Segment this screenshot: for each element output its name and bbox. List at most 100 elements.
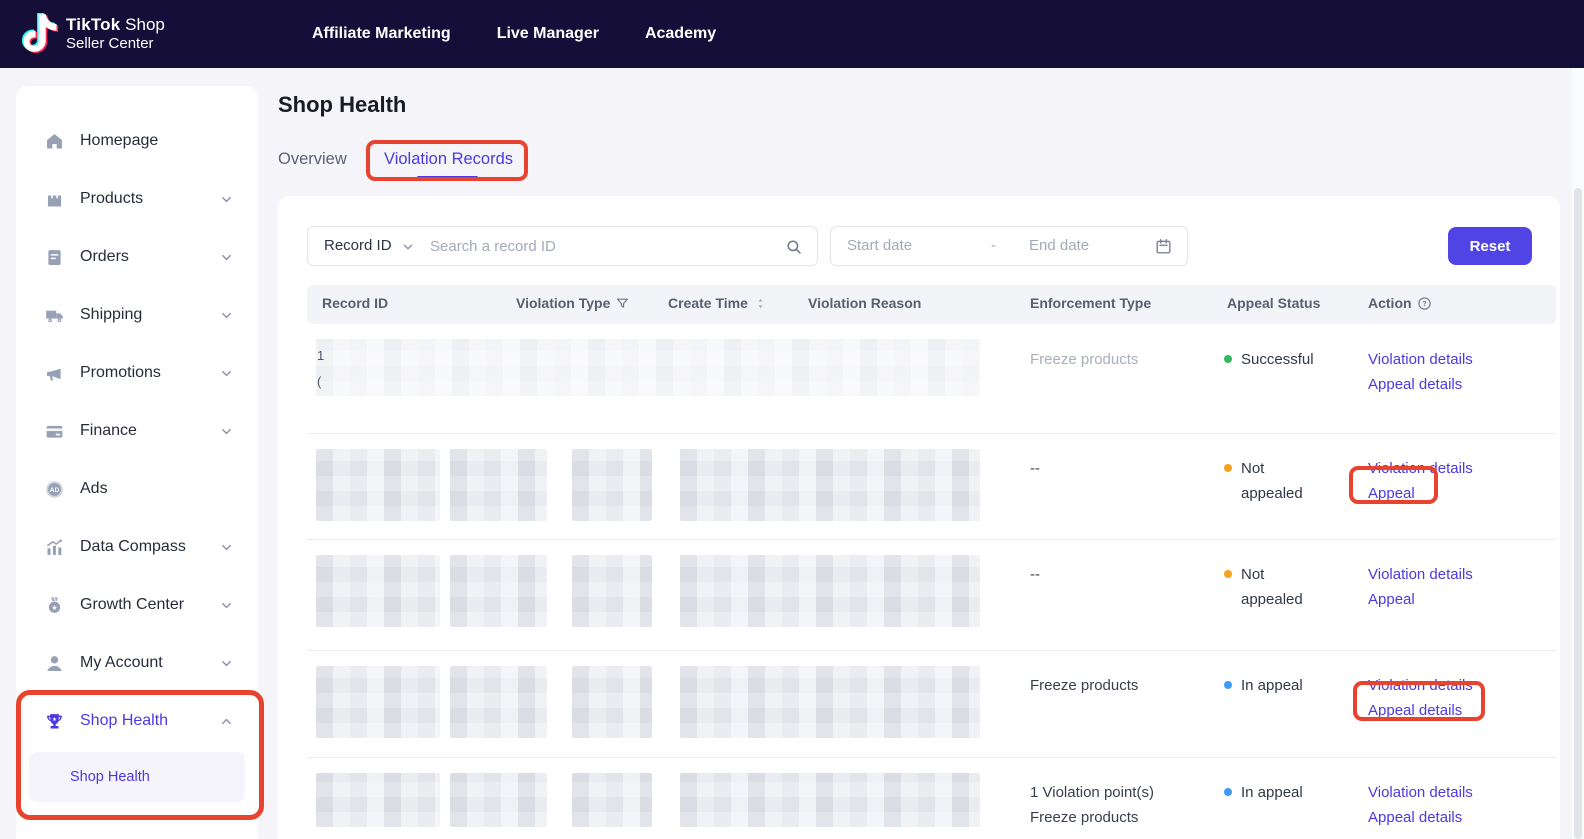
redacted-violation-type xyxy=(450,449,547,521)
sidebar-item-label: Data Compass xyxy=(80,538,186,556)
sidebar-item-orders[interactable]: Orders xyxy=(16,228,258,286)
date-range-separator: - xyxy=(991,237,996,254)
end-date-field[interactable]: End date xyxy=(1029,237,1089,254)
sidebar-item-promotions[interactable]: Promotions xyxy=(16,344,258,402)
column-label: Create Time xyxy=(668,295,748,311)
sidebar-item-products[interactable]: Products xyxy=(16,170,258,228)
sidebar-item-label: Ads xyxy=(80,480,108,498)
status-dot-green xyxy=(1224,355,1232,363)
appeal-details-link[interactable]: Appeal details xyxy=(1368,805,1462,830)
appeal-status-cell: Notappealed xyxy=(1241,562,1303,612)
tab-overview[interactable]: Overview xyxy=(278,150,347,169)
enforcement-type-cell: 1 Violation point(s)Freeze products xyxy=(1030,780,1154,830)
logo-brand: TikTok xyxy=(66,15,120,34)
redacted-violation-reason xyxy=(680,449,980,521)
ads-circle-icon: AD xyxy=(44,479,65,500)
violation-details-link[interactable]: Violation details xyxy=(1368,456,1473,481)
table-row: 1 Violation point(s)Freeze productsIn ap… xyxy=(307,757,1556,839)
chevron-down-icon xyxy=(219,250,234,265)
redacted-violation-reason xyxy=(680,773,980,827)
scrollbar-thumb[interactable] xyxy=(1574,188,1582,839)
enforcement-type-cell: -- xyxy=(1030,562,1040,587)
sidebar-subitem-shop-health[interactable]: Shop Health xyxy=(29,752,245,802)
appeal-link[interactable]: Appeal xyxy=(1368,481,1415,506)
chevron-down-icon xyxy=(219,656,234,671)
search-icon[interactable] xyxy=(785,238,803,256)
column-label: Appeal Status xyxy=(1227,295,1320,311)
redacted-record-id xyxy=(316,666,440,738)
sort-icon[interactable] xyxy=(753,296,768,311)
redacted-violation-type xyxy=(450,666,547,738)
row-separator xyxy=(307,539,1556,540)
products-bag-icon xyxy=(44,189,65,210)
appeal-link[interactable]: Appeal xyxy=(1368,587,1415,612)
chevron-down-icon[interactable] xyxy=(401,240,415,254)
chevron-up-icon xyxy=(219,714,234,729)
help-circle-icon[interactable]: ? xyxy=(1417,296,1432,311)
sidebar-item-finance[interactable]: Finance xyxy=(16,402,258,460)
sidebar-item-data-compass[interactable]: Data Compass xyxy=(16,518,258,576)
tiktok-shop-logo[interactable]: TikTok Shop Seller Center xyxy=(22,10,165,58)
svg-text:★: ★ xyxy=(51,603,57,611)
column-header-record-id: Record ID xyxy=(322,295,388,311)
logo-brand-suffix: Shop xyxy=(125,15,165,34)
violation-details-link[interactable]: Violation details xyxy=(1368,673,1473,698)
chevron-down-icon xyxy=(219,366,234,381)
svg-text:?: ? xyxy=(1422,301,1426,308)
enforcement-type-cell: -- xyxy=(1030,456,1040,481)
sidebar-item-shipping[interactable]: Shipping xyxy=(16,286,258,344)
chevron-down-icon xyxy=(219,308,234,323)
sidebar-subitem-label: Shop Health xyxy=(70,769,150,785)
redacted-create-time xyxy=(572,555,652,627)
tab-violation-records[interactable]: Violation Records xyxy=(384,150,513,169)
date-range-picker: Start date - End date xyxy=(830,226,1188,266)
appeal-status-cell: Successful xyxy=(1241,347,1314,372)
reset-button[interactable]: Reset xyxy=(1448,227,1532,265)
column-label: Violation Reason xyxy=(808,295,921,311)
column-header-create-time[interactable]: Create Time xyxy=(668,295,768,311)
appeal-details-link[interactable]: Appeal details xyxy=(1368,372,1462,397)
topnav-affiliate-marketing[interactable]: Affiliate Marketing xyxy=(312,25,451,43)
violation-details-link[interactable]: Violation details xyxy=(1368,347,1473,372)
table-row: 1(Freeze productsSuccessfulViolation det… xyxy=(307,324,1556,433)
table-row: Freeze productsIn appealViolation detail… xyxy=(307,650,1556,757)
redacted-create-time xyxy=(572,773,652,827)
column-header-action[interactable]: Action? xyxy=(1368,295,1432,311)
shipping-truck-icon xyxy=(44,305,65,326)
redacted-create-time xyxy=(572,666,652,738)
record-id-search-box: Record ID xyxy=(307,226,818,266)
redacted-record-data xyxy=(316,339,980,396)
column-label: Action xyxy=(1368,295,1412,311)
column-header-violation-type[interactable]: Violation Type xyxy=(516,295,630,311)
calendar-icon[interactable] xyxy=(1154,237,1173,256)
appeal-details-link[interactable]: Appeal details xyxy=(1368,698,1462,723)
sidebar-item-ads[interactable]: AD Ads xyxy=(16,460,258,518)
start-date-field[interactable]: Start date xyxy=(847,237,912,254)
sidebar-item-homepage[interactable]: Homepage xyxy=(16,112,258,170)
finance-card-icon xyxy=(44,421,65,442)
my-account-icon xyxy=(44,653,65,674)
logo-text: TikTok Shop Seller Center xyxy=(66,15,165,54)
sidebar-item-label: Homepage xyxy=(80,132,158,150)
filter-funnel-icon[interactable] xyxy=(615,296,630,311)
growth-medal-icon: ★ xyxy=(44,595,65,616)
violation-details-link[interactable]: Violation details xyxy=(1368,780,1473,805)
shop-health-trophy-icon: ★ xyxy=(44,711,65,732)
chevron-down-icon xyxy=(219,540,234,555)
sidebar-item-label: My Account xyxy=(80,654,163,672)
violation-details-link[interactable]: Violation details xyxy=(1368,562,1473,587)
column-header-violation-reason: Violation Reason xyxy=(808,295,921,311)
sidebar-item-growth-center[interactable]: ★Growth Center xyxy=(16,576,258,634)
sidebar-item-label: Shipping xyxy=(80,306,142,324)
sidebar-item-my-account[interactable]: My Account xyxy=(16,634,258,692)
svg-text:AD: AD xyxy=(50,486,60,493)
redacted-create-time xyxy=(572,449,652,521)
sidebar-item-shop-health[interactable]: ★Shop Health xyxy=(16,692,258,750)
sidebar-item-label: Promotions xyxy=(80,364,161,382)
topnav-live-manager[interactable]: Live Manager xyxy=(497,25,599,43)
chevron-down-icon xyxy=(219,424,234,439)
search-input[interactable] xyxy=(430,228,760,264)
top-navigation: Affiliate Marketing Live Manager Academy xyxy=(312,0,716,68)
topnav-academy[interactable]: Academy xyxy=(645,25,716,43)
search-field-selector[interactable]: Record ID xyxy=(324,237,392,254)
